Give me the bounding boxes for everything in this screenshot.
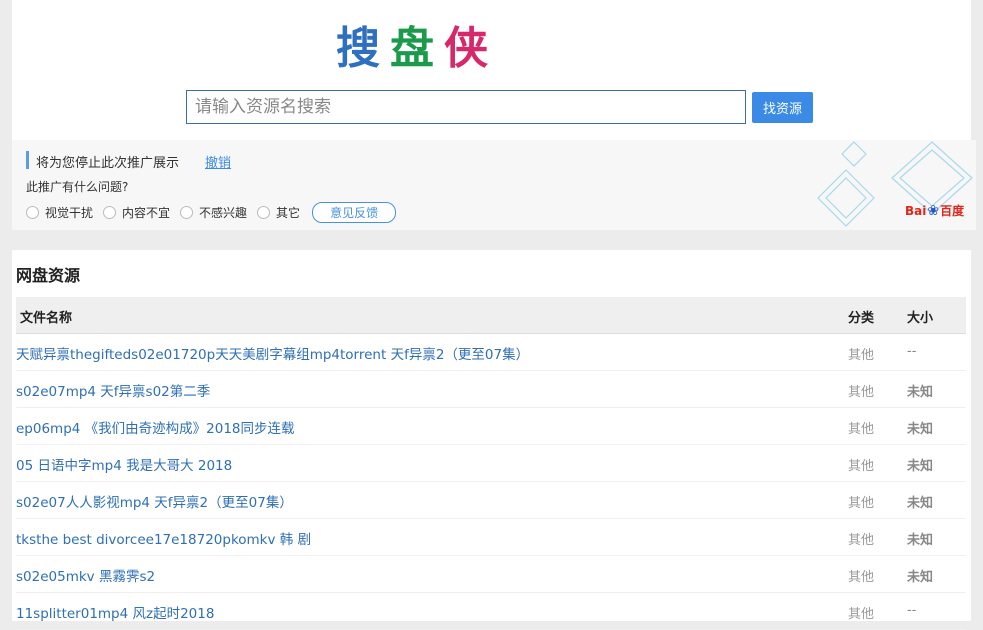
file-link[interactable]: ep06mp4 《我们由奇迹构成》2018同步连载 [16,417,295,437]
file-category: 其他 [848,385,875,400]
site-logo[interactable]: 搜盘侠 [336,12,498,76]
file-link[interactable]: s02e07mp4 天f异禀s02第二季 [16,380,210,400]
table-row: tksthe best divorcee17e18720pkomkv 韩 剧 其… [16,519,966,556]
table-row: s02e05mkv 黑霧霁s2 其他 未知 [16,556,966,593]
ad-feedback-panel: 将为您停止此次推广展示 撤销 此推广有什么问题? 视觉干扰 内容不宜 不感兴趣 … [12,140,976,230]
file-link[interactable]: s02e05mkv 黑霧霁s2 [16,565,155,585]
file-category: 其他 [848,459,875,474]
file-category: 其他 [848,496,875,511]
file-size: 未知 [907,533,934,548]
search-button[interactable]: 找资源 [752,92,813,123]
file-size: 未知 [907,422,934,437]
file-link[interactable]: 05 日语中字mp4 我是大哥大 2018 [16,454,232,474]
column-header-size: 大小 [907,311,934,326]
file-category: 其他 [848,570,875,585]
file-category: 其他 [848,533,875,548]
table-row: ep06mp4 《我们由奇迹构成》2018同步连载 其他 未知 [16,408,966,445]
ad-question: 此推广有什么问题? [26,180,129,194]
file-link[interactable]: 天赋异禀thegifteds02e01720p天天美剧字幕组mp4torrent… [16,343,529,363]
file-category: 其他 [848,422,875,437]
table-row: 11splitter01mp4 风z起时2018 其他 -- [16,593,966,630]
logo-char-3: 侠 [444,23,498,74]
baidu-logo: Bai ❀ 百度 [905,202,965,219]
file-size: 未知 [907,570,934,585]
table-row: s02e07mp4 天f异禀s02第二季 其他 未知 [16,371,966,408]
table-row: s02e07人人影视mp4 天f异禀2（更至07集） 其他 未知 [16,482,966,519]
results-panel: 网盘资源 文件名称 分类 大小 天赋异禀thegifteds02e01720p天… [12,250,971,630]
results-list: 天赋异禀thegifteds02e01720p天天美剧字幕组mp4torrent… [16,334,966,630]
ad-option-other[interactable]: 其它 [257,204,300,221]
section-title: 网盘资源 [16,266,81,285]
ad-undo-link[interactable]: 撤销 [205,152,231,171]
file-size: 未知 [907,496,934,511]
table-row: 天赋异禀thegifteds02e01720p天天美剧字幕组mp4torrent… [16,334,966,371]
radio-icon[interactable] [26,206,39,219]
ad-options: 视觉干扰 内容不宜 不感兴趣 其它 意见反馈 [26,202,397,223]
table-header: 文件名称 分类 大小 [16,297,966,334]
ad-option-visual[interactable]: 视觉干扰 [26,204,93,221]
file-link[interactable]: 11splitter01mp4 风z起时2018 [16,602,214,622]
column-header-name: 文件名称 [20,311,73,326]
radio-icon[interactable] [103,206,117,219]
logo-char-1: 搜 [336,23,390,74]
file-size: 未知 [907,459,934,474]
table-row: 05 日语中字mp4 我是大哥大 2018 其他 未知 [16,445,966,482]
file-link[interactable]: s02e07人人影视mp4 天f异禀2（更至07集） [16,491,293,511]
ad-option-content[interactable]: 内容不宜 [103,204,170,221]
file-category: 其他 [848,348,875,363]
file-size: -- [907,344,917,359]
ad-option-label: 视觉干扰 [45,206,94,220]
radio-icon[interactable] [257,206,271,219]
radio-icon[interactable] [180,206,194,219]
ad-title: 将为您停止此次推广展示 [36,156,180,171]
ad-option-label: 其它 [276,206,301,220]
column-header-category: 分类 [848,311,875,326]
search-input[interactable] [186,90,746,124]
ad-accent-bar [26,151,29,169]
ad-option-uninterested[interactable]: 不感兴趣 [180,204,247,221]
file-category: 其他 [848,607,875,622]
paw-icon: ❀ [927,202,940,219]
file-size: -- [907,603,917,618]
feedback-button[interactable]: 意见反馈 [312,202,397,223]
ad-option-label: 不感兴趣 [199,206,248,220]
file-size: 未知 [907,385,934,400]
ad-option-label: 内容不宜 [122,206,171,220]
logo-char-2: 盘 [390,23,444,74]
file-link[interactable]: tksthe best divorcee17e18720pkomkv 韩 剧 [16,528,311,548]
